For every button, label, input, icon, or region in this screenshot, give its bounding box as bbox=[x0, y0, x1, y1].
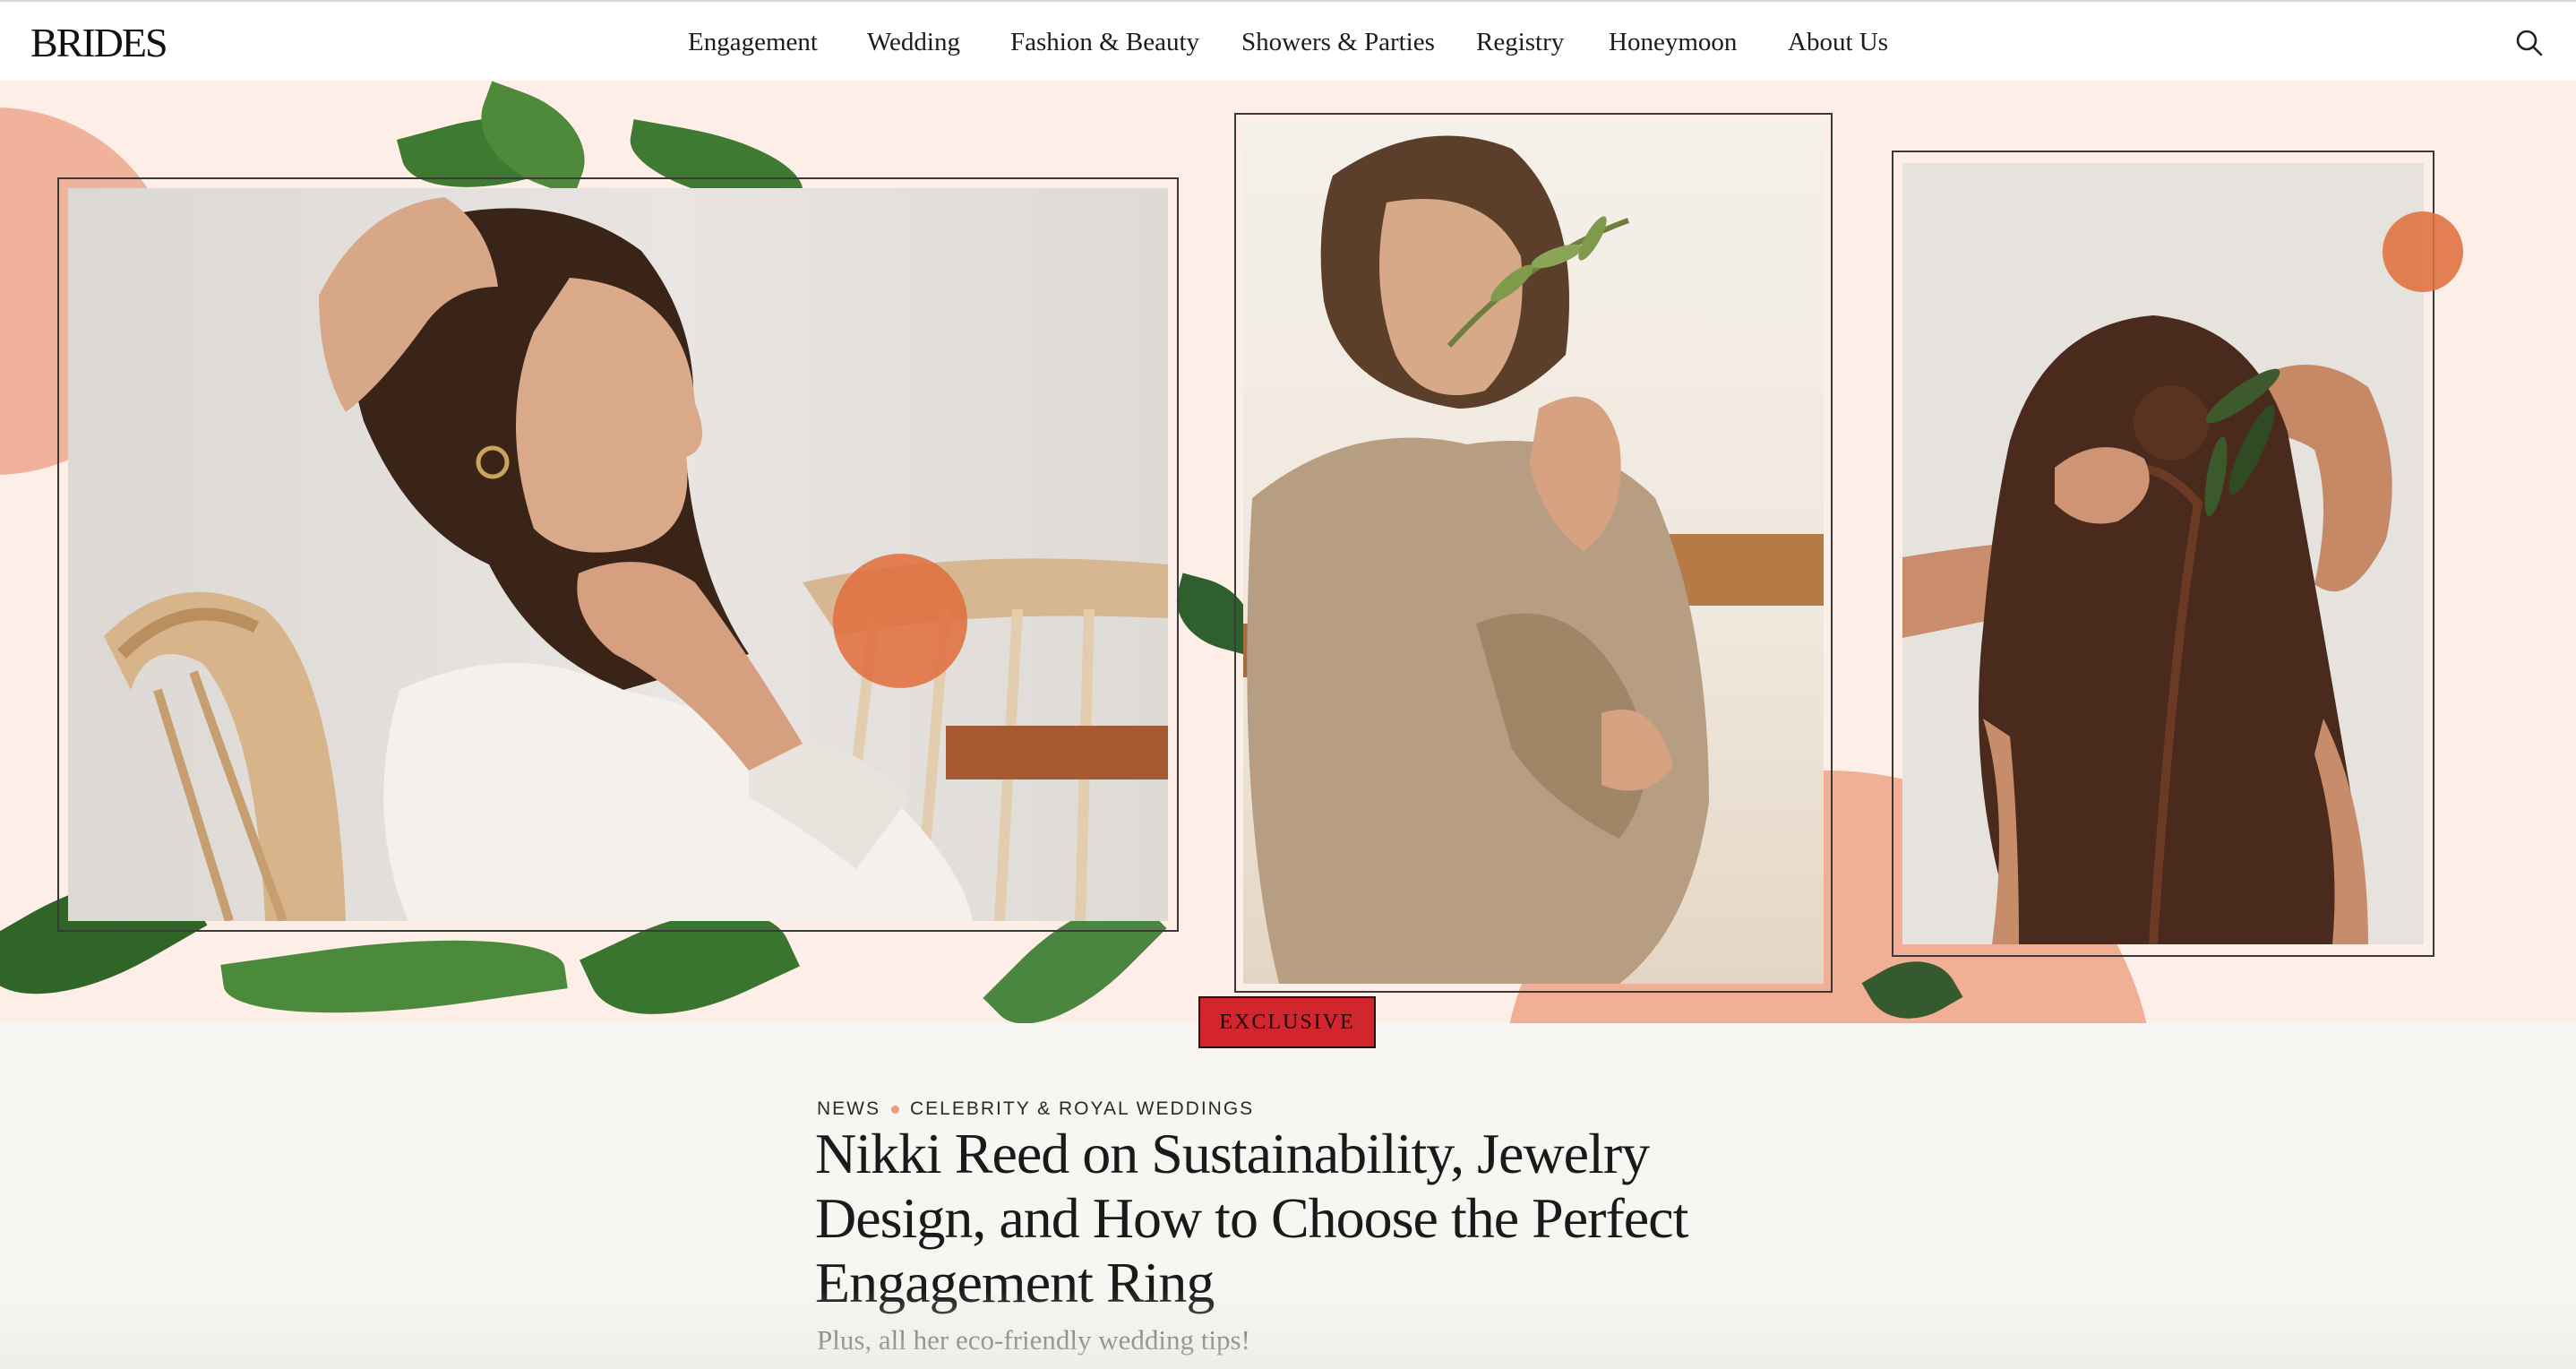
category-news-link[interactable]: NEWS bbox=[817, 1098, 880, 1119]
woman-with-olive-branch-illustration bbox=[1243, 135, 1824, 984]
left-portrait-photo[interactable] bbox=[68, 188, 1168, 921]
nav-item-showers-parties[interactable]: Showers & Parties bbox=[1241, 22, 1435, 63]
nav-item-fashion-beauty[interactable]: Fashion & Beauty bbox=[1010, 22, 1199, 63]
article-dek: Plus, all her eco-friendly wedding tips! bbox=[817, 1324, 1250, 1356]
decorative-circle-accent bbox=[833, 554, 967, 688]
search-button[interactable] bbox=[2513, 27, 2546, 59]
site-header: BRIDES Engagement Wedding Fashion & Beau… bbox=[0, 0, 2576, 81]
decorative-circle-accent bbox=[2383, 211, 2463, 292]
leaf-decoration bbox=[220, 917, 568, 1023]
category-separator-dot bbox=[891, 1105, 899, 1114]
search-icon bbox=[2516, 30, 2543, 56]
main-nav: Engagement Wedding Fashion & Beauty Show… bbox=[0, 22, 2576, 63]
right-portrait-photo[interactable] bbox=[1902, 163, 2424, 944]
woman-hair-back-illustration bbox=[1902, 315, 2392, 944]
nav-item-wedding[interactable]: Wedding bbox=[867, 22, 960, 63]
nav-item-honeymoon[interactable]: Honeymoon bbox=[1609, 22, 1737, 63]
exclusive-badge: EXCLUSIVE bbox=[1198, 996, 1376, 1048]
nav-item-registry[interactable]: Registry bbox=[1476, 22, 1564, 63]
category-celebrity-link[interactable]: CELEBRITY & ROYAL WEDDINGS bbox=[910, 1098, 1254, 1119]
hero-collage[interactable] bbox=[0, 81, 2576, 1023]
nav-item-about-us[interactable]: About Us bbox=[1788, 22, 1888, 63]
article-categories: NEWS CELEBRITY & ROYAL WEDDINGS bbox=[817, 1098, 1254, 1120]
center-portrait-photo[interactable] bbox=[1243, 122, 1824, 984]
article-headline[interactable]: Nikki Reed on Sustainability, Jewelry De… bbox=[815, 1122, 1765, 1315]
woman-seated-illustration bbox=[104, 197, 1168, 921]
nav-item-engagement[interactable]: Engagement bbox=[688, 22, 818, 63]
